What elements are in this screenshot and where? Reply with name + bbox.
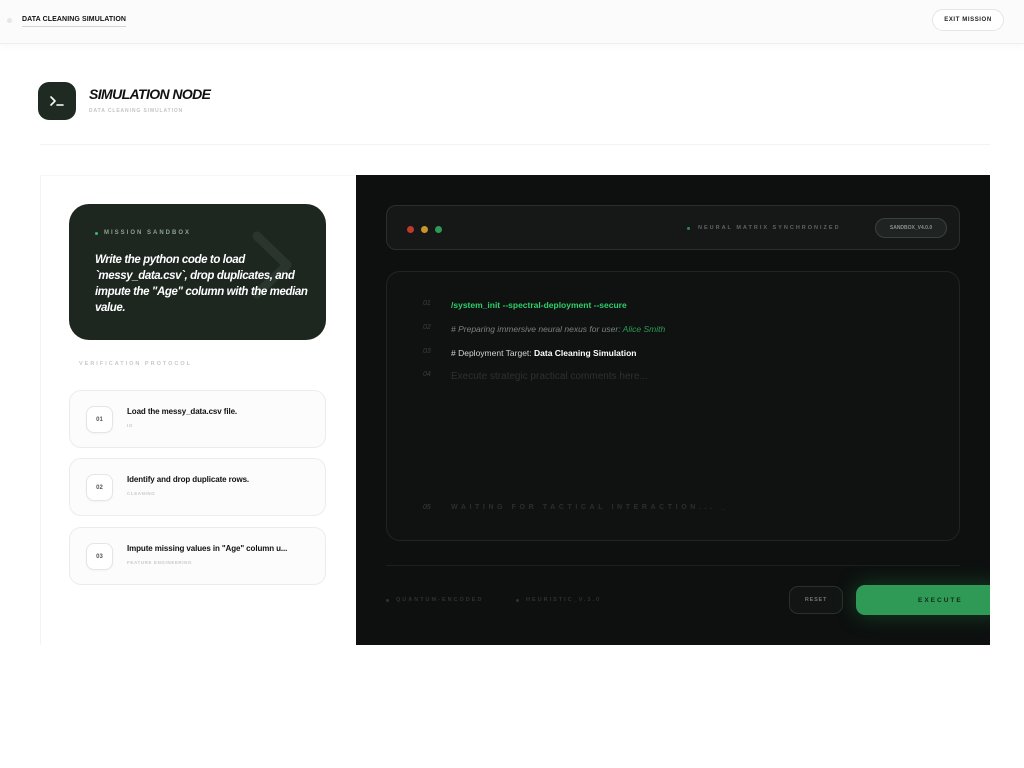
line-number: 02 [423,324,431,331]
close-light-icon[interactable] [407,226,414,233]
reset-button[interactable]: RESET [789,586,843,614]
terminal-panel: NEURAL MATRIX SYNCHRONIZED SANDBOX_V4.0.… [356,175,990,645]
task-title: Impute missing values in "Age" column u.… [127,544,288,553]
app-title: DATA CLEANING SIMULATION [22,16,127,27]
line-number: 05 [423,504,431,511]
sync-dot [687,226,690,230]
version-badge: SANDBOX_V4.0.0 [875,218,947,238]
heuristic-label: HEURISTIC_V.3.0 [526,597,602,603]
sync-status: NEURAL MATRIX SYNCHRONIZED [687,225,841,231]
minimize-light-icon[interactable] [421,226,428,233]
comment-text: # Preparing immersive neural nexus for u… [451,324,623,334]
status-dot [95,231,98,235]
sync-status-text: NEURAL MATRIX SYNCHRONIZED [698,225,841,231]
divider [40,144,990,145]
page-title: SIMULATION NODE [89,86,211,102]
protocol-label: VERIFICATION PROTOCOL [79,361,192,367]
task-title: Load the messy_data.csv file. [127,407,238,416]
terminal-header: NEURAL MATRIX SYNCHRONIZED SANDBOX_V4.0.… [386,205,960,250]
page-subtitle: DATA CLEANING SIMULATION [89,108,184,114]
task-tag: IO [127,423,133,428]
task-title: Identify and drop duplicate rows. [127,475,250,484]
line-number: 03 [423,348,431,355]
task-tag: CLEANING [127,491,156,496]
task-card-load[interactable]: 01 Load the messy_data.csv file. IO [69,390,326,448]
exit-mission-button[interactable]: EXIT MISSION [932,9,1004,31]
maximize-light-icon[interactable] [435,226,442,233]
code-text: /system_init --spectral-deployment --sec… [451,300,627,310]
deployment-target: Data Cleaning Simulation [534,348,637,358]
command-input-placeholder[interactable]: Execute strategic practical comments her… [451,371,648,382]
task-number: 03 [86,543,113,570]
status-dot [516,598,519,602]
comment-text: # Deployment Target: [451,348,534,358]
mission-instructions: Write the python code to load `messy_dat… [95,254,308,314]
line-number: 01 [423,300,431,307]
line-number: 04 [423,371,431,378]
code-text: # Deployment Target: Data Cleaning Simul… [451,348,637,358]
footer-divider [386,565,960,566]
task-card-impute[interactable]: 03 Impute missing values in "Age" column… [69,527,326,585]
code-editor[interactable]: 01 /system_init --spectral-deployment --… [386,271,960,541]
execute-button[interactable]: EXECUTE [856,585,990,615]
user-name: Alice Smith [622,324,666,334]
terminal-prompt-icon [38,82,76,120]
task-tag: FEATURE ENGINEERING [127,560,193,565]
mission-label-text: MISSION SANDBOX [104,230,192,236]
encoding-label: QUANTUM-ENCODED [396,597,484,603]
task-number: 01 [86,406,113,433]
task-number: 02 [86,474,113,501]
top-bar: DATA CLEANING SIMULATION EXIT MISSION [0,0,1024,44]
waiting-text: WAITING FOR TACTICAL INTERACTION... _ [451,504,729,511]
code-text: # Preparing immersive neural nexus for u… [451,324,665,334]
status-dot [386,598,389,602]
task-card-dedupe[interactable]: 02 Identify and drop duplicate rows. CLE… [69,458,326,516]
back-icon[interactable] [7,18,12,23]
heuristic-status: HEURISTIC_V.3.0 [516,597,601,603]
mission-card: MISSION SANDBOX Write the python code to… [69,204,326,340]
mission-label: MISSION SANDBOX [95,230,191,236]
encoding-status: QUANTUM-ENCODED [386,597,483,603]
